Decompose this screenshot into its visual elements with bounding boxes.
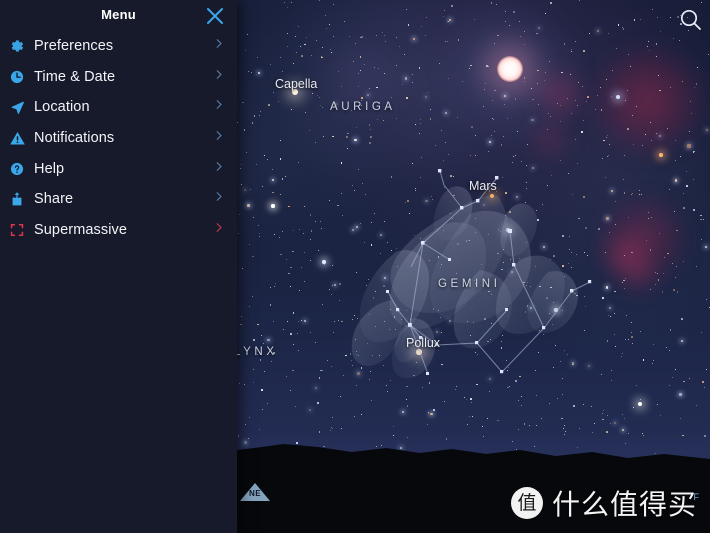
chevron-right-icon bbox=[215, 68, 224, 86]
gear-icon bbox=[0, 38, 34, 54]
constellation-label-gemini[interactable]: GEMINI bbox=[438, 278, 501, 290]
sidebar-item-label: Preferences bbox=[34, 38, 114, 55]
sidebar-item-supermassive[interactable]: Supermassive bbox=[0, 215, 237, 246]
chevron-right-icon bbox=[215, 221, 224, 239]
star-label-pollux[interactable]: Pollux bbox=[406, 336, 440, 350]
sidebar-item-location[interactable]: Location bbox=[0, 92, 237, 123]
sidebar-item-share[interactable]: Share bbox=[0, 184, 237, 215]
sidebar-header: Menu bbox=[0, 0, 237, 31]
sidebar-item-preferences[interactable]: Preferences bbox=[0, 31, 237, 62]
watermark-text: 什么值得买 bbox=[551, 488, 697, 521]
watermark-superscript: F bbox=[693, 492, 700, 502]
chevron-right-icon bbox=[215, 190, 224, 208]
sidebar-item-label: Share bbox=[34, 191, 74, 208]
star-map-app: AURIGA GEMINI LYNX Capella Mars Pollux N… bbox=[0, 0, 710, 533]
navigation-icon bbox=[0, 99, 34, 116]
constellation-label-auriga[interactable]: AURIGA bbox=[330, 101, 396, 113]
share-icon bbox=[0, 191, 34, 207]
constellation-label-lynx[interactable]: LYNX bbox=[234, 346, 278, 358]
close-button[interactable] bbox=[203, 4, 227, 28]
sidebar-item-label: Notifications bbox=[34, 130, 115, 147]
search-button[interactable] bbox=[678, 7, 704, 33]
sidebar-item-label: Location bbox=[34, 99, 90, 116]
sidebar-item-time-and-date[interactable]: Time & Date bbox=[0, 62, 237, 93]
chevron-right-icon bbox=[215, 129, 224, 147]
star-label-capella[interactable]: Capella bbox=[275, 77, 317, 91]
sidebar-item-label: Time & Date bbox=[34, 68, 116, 85]
chevron-right-icon bbox=[215, 37, 224, 55]
watermark-logo: 值 bbox=[510, 487, 543, 519]
chevron-right-icon bbox=[215, 98, 224, 116]
sidebar-item-notifications[interactable]: Notifications bbox=[0, 123, 237, 154]
warning-icon bbox=[0, 130, 34, 147]
planet-label-mars[interactable]: Mars bbox=[469, 179, 497, 193]
compass-marker-ne[interactable]: NE bbox=[240, 483, 270, 501]
chevron-right-icon bbox=[215, 160, 224, 178]
sidebar-item-label: Help bbox=[34, 160, 65, 177]
menu-sidebar: Menu Preferences Time & Date Location No… bbox=[0, 0, 237, 533]
compass-label: NE bbox=[249, 489, 261, 498]
clock-icon bbox=[0, 69, 34, 85]
help-icon bbox=[0, 161, 34, 177]
sidebar-item-label: Supermassive bbox=[34, 221, 128, 238]
bracket-frame-icon bbox=[0, 222, 34, 238]
sidebar-item-help[interactable]: Help bbox=[0, 153, 237, 184]
watermark: 值 什么值得买 bbox=[510, 483, 697, 523]
close-icon bbox=[207, 8, 223, 24]
search-icon bbox=[680, 9, 701, 30]
sidebar-title: Menu bbox=[101, 7, 136, 22]
